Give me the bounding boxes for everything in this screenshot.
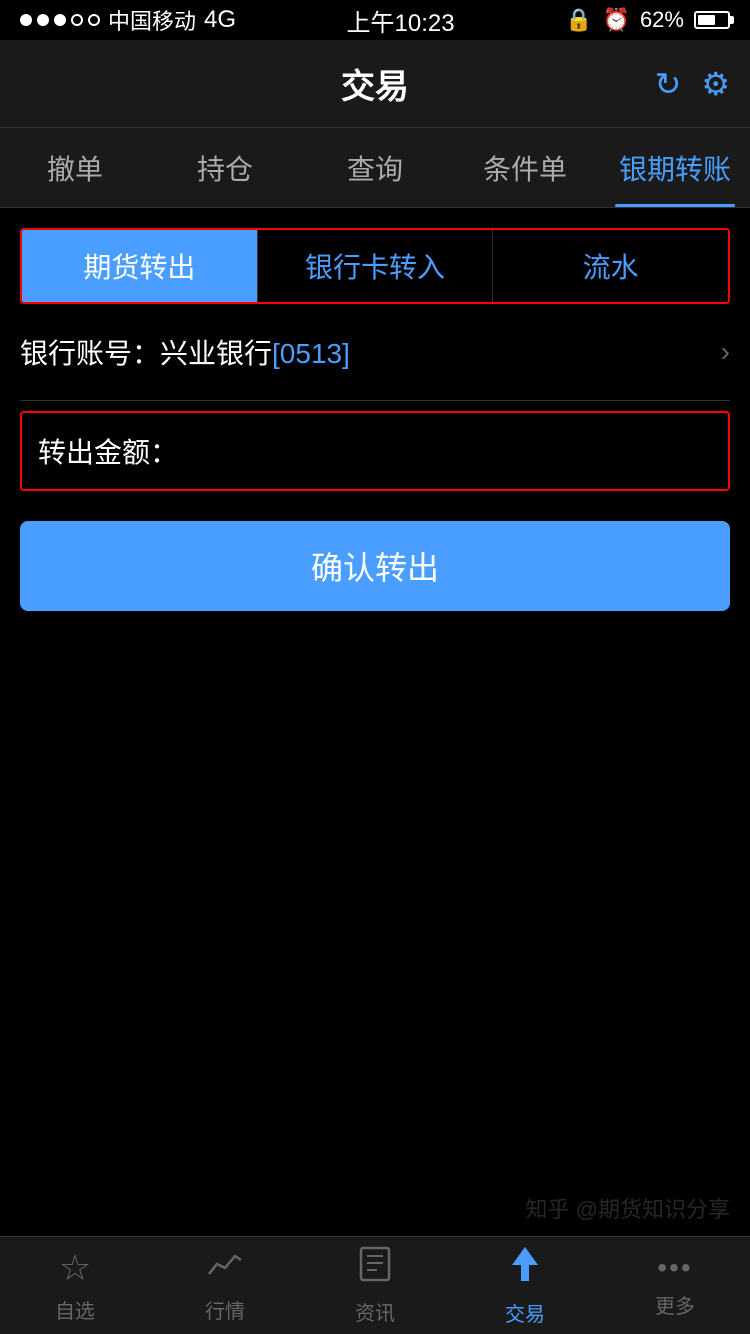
confirm-button[interactable]: 确认转出: [20, 521, 730, 611]
header: 交易 ↻ ⚙: [0, 40, 750, 128]
trade-label: 交易: [505, 1298, 545, 1327]
watermark: 知乎 @期货知识分享: [526, 1192, 730, 1224]
sub-tab-bank-in[interactable]: 银行卡转入: [258, 230, 494, 302]
dot1: [20, 14, 32, 26]
page-title: 交易: [341, 59, 409, 108]
news-label: 资讯: [355, 1297, 395, 1326]
sub-tabs: 期货转出 银行卡转入 流水: [20, 228, 730, 304]
favorites-label: 自选: [55, 1295, 95, 1324]
battery-icon: [694, 11, 730, 29]
signal-dots: [20, 14, 100, 26]
network-label: 4G: [204, 6, 236, 34]
bottom-tab-bar: ☆ 自选 行情 资讯 交易 ••• 更多: [0, 1236, 750, 1334]
dot4: [71, 14, 83, 26]
market-icon: [207, 1247, 243, 1289]
bottom-tab-news[interactable]: 资讯: [300, 1237, 450, 1334]
status-bar: 中国移动 4G 上午10:23 🔒 ⏰ 62%: [0, 0, 750, 40]
tab-cancel[interactable]: 撤单: [0, 128, 150, 207]
battery-fill: [698, 15, 715, 25]
bottom-tab-trade[interactable]: 交易: [450, 1237, 600, 1334]
dot5: [88, 14, 100, 26]
dot3: [54, 14, 66, 26]
header-icons: ↻ ⚙: [655, 65, 731, 103]
amount-label: 转出金额：: [38, 431, 178, 471]
tab-query[interactable]: 查询: [300, 128, 450, 207]
status-right: 🔒 ⏰ 62%: [565, 7, 730, 33]
more-icon: •••: [657, 1252, 692, 1284]
content-area: 银行账号：兴业银行[0513] › 转出金额： 确认转出: [0, 304, 750, 611]
tab-transfer[interactable]: 银期转账: [600, 128, 750, 207]
amount-input[interactable]: [178, 435, 728, 467]
refresh-icon[interactable]: ↻: [655, 65, 682, 103]
tab-position[interactable]: 持仓: [150, 128, 300, 207]
bottom-tab-market[interactable]: 行情: [150, 1237, 300, 1334]
more-label: 更多: [655, 1290, 695, 1319]
news-icon: [359, 1246, 391, 1291]
lock-icon: 🔒: [565, 7, 592, 33]
bank-account-row[interactable]: 银行账号：兴业银行[0513] ›: [20, 304, 730, 401]
bank-account-highlight: [0513]: [272, 338, 350, 369]
trade-icon: [510, 1245, 540, 1292]
amount-row: 转出金额：: [20, 411, 730, 491]
settings-icon[interactable]: ⚙: [701, 65, 730, 103]
tab-condition[interactable]: 条件单: [450, 128, 600, 207]
carrier-label: 中国移动: [108, 4, 196, 36]
status-time: 上午10:23: [347, 3, 455, 38]
nav-tabs: 撤单 持仓 查询 条件单 银期转账: [0, 128, 750, 208]
market-label: 行情: [205, 1295, 245, 1324]
bottom-tab-more[interactable]: ••• 更多: [600, 1237, 750, 1334]
battery-label: 62%: [640, 7, 684, 33]
bottom-tab-favorites[interactable]: ☆ 自选: [0, 1237, 150, 1334]
favorites-icon: ☆: [59, 1247, 91, 1289]
alarm-icon: ⏰: [603, 7, 630, 33]
sub-tab-flow[interactable]: 流水: [493, 230, 728, 302]
sub-tab-futures-out[interactable]: 期货转出: [22, 230, 258, 302]
status-left: 中国移动 4G: [20, 4, 236, 36]
chevron-right-icon: ›: [721, 336, 730, 368]
bank-account-label: 银行账号：兴业银行[0513]: [20, 332, 350, 372]
dot2: [37, 14, 49, 26]
